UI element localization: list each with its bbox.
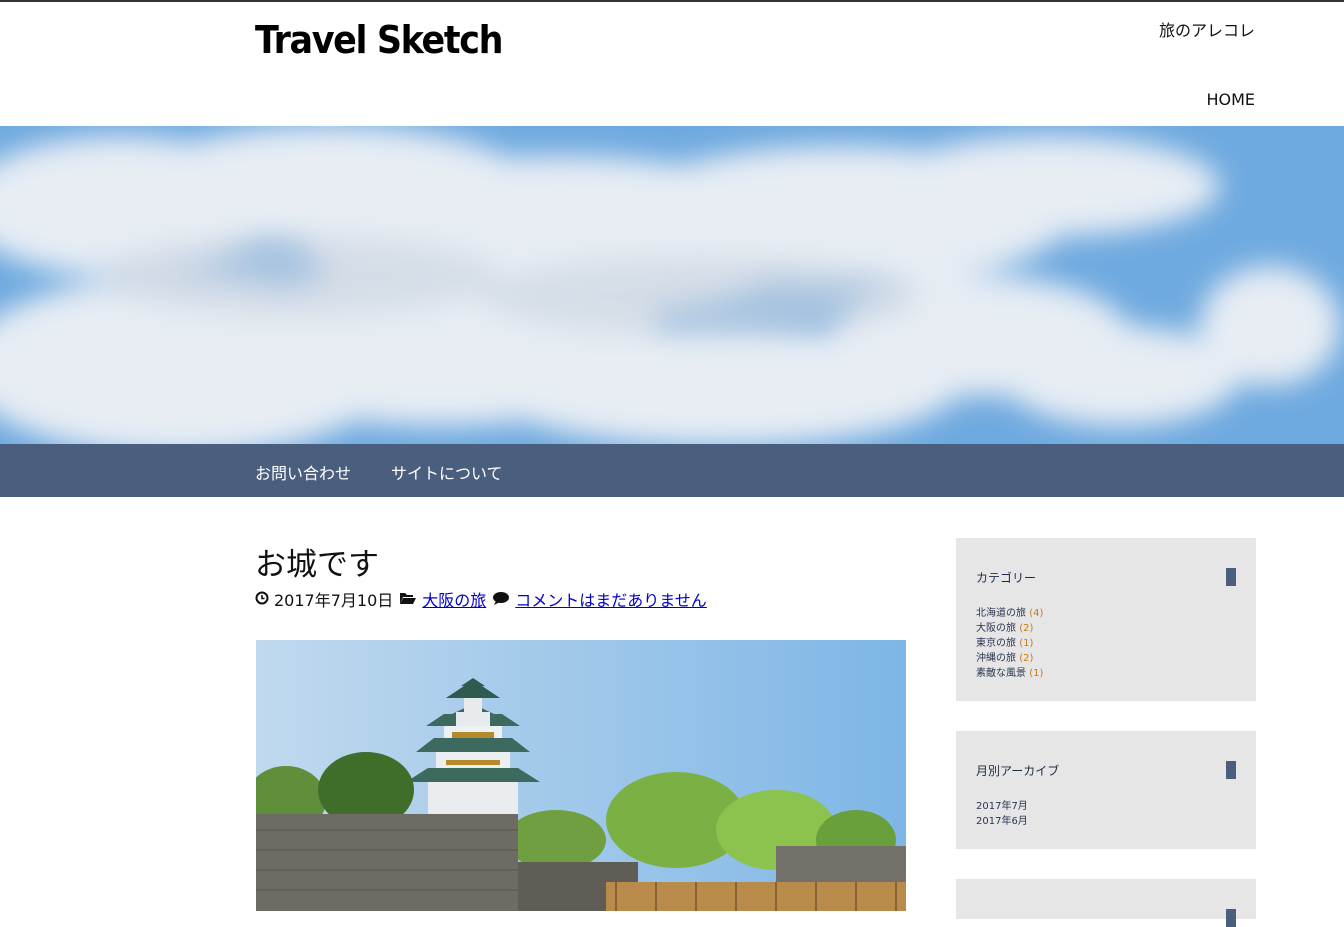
- widget-third: [956, 879, 1256, 927]
- main-nav: お問い合わせ サイトについて: [0, 444, 1344, 497]
- widget-archives-title: 月別アーカイブ: [976, 764, 1060, 778]
- nav-item-about[interactable]: サイトについて: [391, 460, 503, 484]
- post-image-osaka-castle: [256, 640, 906, 911]
- widget-title-marker: [1226, 909, 1236, 927]
- post-meta: 2017年7月10日 大阪の旅 コメントはまだありません: [255, 587, 707, 611]
- top-border: [0, 0, 1344, 2]
- widget-categories-title: カテゴリー: [976, 571, 1037, 585]
- home-link[interactable]: HOME: [1206, 90, 1255, 109]
- archive-item[interactable]: 2017年7月: [976, 799, 1028, 814]
- widget-title-marker: [1226, 568, 1236, 586]
- category-item[interactable]: 沖縄の旅 (2): [976, 651, 1043, 666]
- post-title: お城です: [255, 547, 379, 583]
- nav-item-contact[interactable]: お問い合わせ: [255, 460, 351, 484]
- category-item[interactable]: 大阪の旅 (2): [976, 621, 1043, 636]
- archive-item[interactable]: 2017年6月: [976, 814, 1028, 829]
- category-list: 北海道の旅 (4) 大阪の旅 (2) 東京の旅 (1) 沖縄の旅 (2) 素敵な…: [976, 606, 1043, 681]
- comment-icon: [492, 590, 510, 609]
- header-hero-image: [0, 126, 1344, 444]
- widget-title-marker: [1226, 761, 1236, 779]
- post-category-link[interactable]: 大阪の旅: [422, 587, 486, 611]
- site-tagline: 旅のアレコレ: [1158, 21, 1255, 40]
- post-comments-link[interactable]: コメントはまだありません: [515, 587, 707, 611]
- folder-open-icon: [399, 590, 417, 609]
- site-title[interactable]: Travel Sketch: [255, 18, 503, 62]
- archive-list: 2017年7月 2017年6月: [976, 799, 1028, 829]
- widget-archives: 月別アーカイブ 2017年7月 2017年6月: [956, 731, 1256, 849]
- clock-icon: [255, 590, 269, 609]
- category-item[interactable]: 北海道の旅 (4): [976, 606, 1043, 621]
- category-item[interactable]: 素敵な風景 (1): [976, 666, 1043, 681]
- widget-categories: カテゴリー 北海道の旅 (4) 大阪の旅 (2) 東京の旅 (1) 沖縄の旅 (…: [956, 538, 1256, 701]
- category-item[interactable]: 東京の旅 (1): [976, 636, 1043, 651]
- post-date: 2017年7月10日: [274, 591, 394, 610]
- sky-clouds-illustration: [0, 126, 1344, 444]
